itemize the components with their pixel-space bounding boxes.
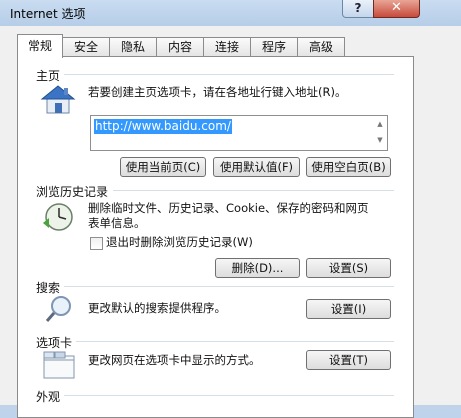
delete-on-exit-checkbox[interactable]	[90, 237, 103, 250]
tab-connections[interactable]: 连接	[203, 37, 251, 57]
history-group-title: 浏览历史记录	[36, 185, 109, 199]
magnifier-icon	[45, 296, 71, 322]
use-default-button[interactable]: 使用默认值(F)	[213, 157, 300, 177]
tab-programs[interactable]: 程序	[250, 37, 298, 57]
delete-on-exit-label[interactable]: 退出时删除浏览历史记录(W)	[106, 235, 253, 250]
help-button[interactable]: ?	[342, 0, 374, 18]
history-description-line2: 表单信息。	[88, 216, 146, 230]
tab-content[interactable]: 内容	[156, 37, 204, 57]
tab-advanced[interactable]: 高级	[297, 37, 345, 57]
history-description-line1: 删除临时文件、历史记录、Cookie、保存的密码和网页	[88, 201, 369, 215]
history-clock-icon	[43, 203, 73, 231]
scroll-up-icon[interactable]: ▲	[373, 116, 387, 132]
search-description: 更改默认的搜索提供程序。	[88, 301, 226, 315]
search-settings-button[interactable]: 设置(I)	[306, 299, 391, 319]
tabs-description: 更改网页在选项卡中显示的方式。	[88, 353, 261, 367]
scroll-down-icon[interactable]: ▼	[373, 132, 387, 148]
homepage-description: 若要创建主页选项卡，请在各地址行键入地址(R)。	[88, 85, 347, 99]
delete-history-button[interactable]: 删除(D)...	[215, 258, 300, 278]
tabs-group-title: 选项卡	[36, 336, 73, 350]
window-title: Internet 选项	[10, 7, 86, 21]
homepage-url-field[interactable]: http://www.baidu.com/ ▲ ▼	[90, 115, 388, 151]
tabs-divider	[76, 341, 394, 342]
homepage-group-title: 主页	[36, 69, 61, 83]
search-divider	[64, 286, 394, 287]
history-settings-button[interactable]: 设置(S)	[306, 258, 391, 278]
homepage-url-value: http://www.baidu.com/	[94, 119, 232, 134]
appearance-group-title: 外观	[36, 390, 61, 404]
internet-options-dialog: Internet 选项 ? ✕ 常规 安全 隐私 内容 连接 程序 高级 主页 …	[0, 0, 461, 418]
tabs-settings-button[interactable]: 设置(T)	[306, 350, 391, 370]
title-bar: Internet 选项 ? ✕	[0, 0, 461, 26]
tabs-window-icon	[43, 351, 75, 379]
url-scrollbar[interactable]: ▲ ▼	[373, 116, 387, 150]
homepage-divider	[64, 74, 394, 75]
tab-general[interactable]: 常规	[17, 34, 63, 58]
appearance-divider	[64, 395, 394, 396]
tab-privacy[interactable]: 隐私	[109, 37, 157, 57]
use-blank-button[interactable]: 使用空白页(B)	[306, 157, 391, 177]
close-button[interactable]: ✕	[373, 0, 420, 18]
history-divider	[113, 190, 394, 191]
use-current-button[interactable]: 使用当前页(C)	[120, 157, 206, 177]
tab-security[interactable]: 安全	[62, 37, 110, 57]
house-icon	[40, 85, 76, 114]
